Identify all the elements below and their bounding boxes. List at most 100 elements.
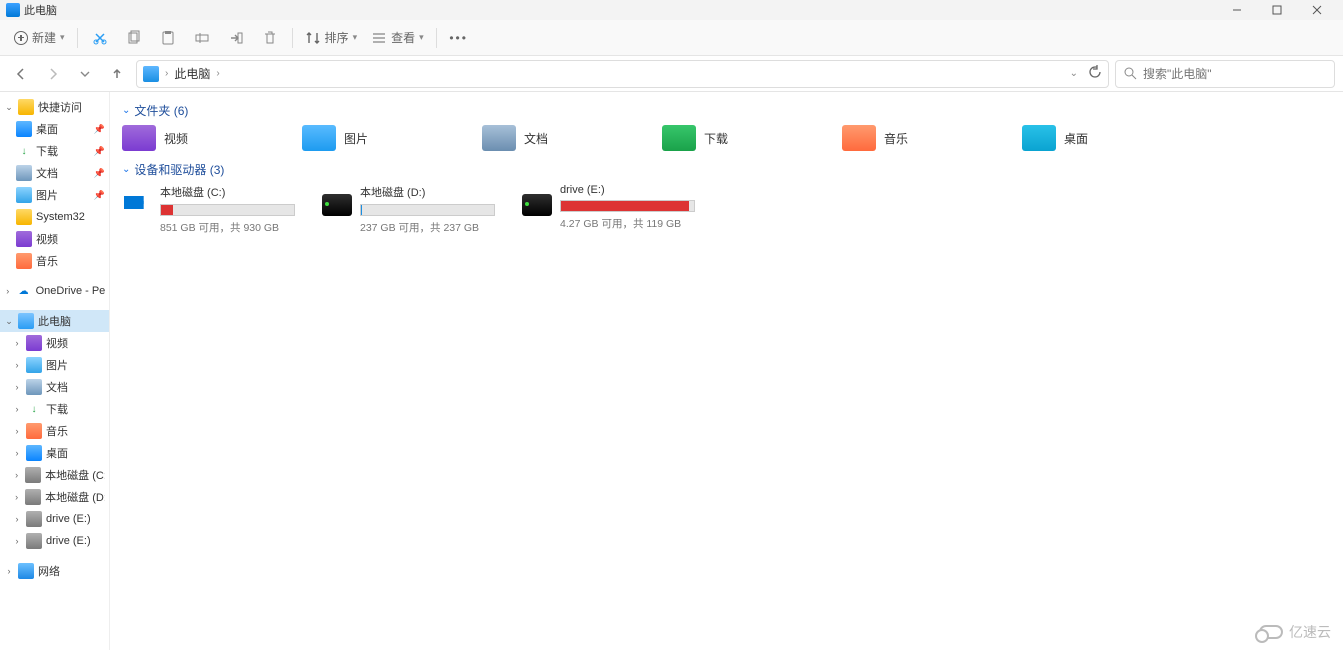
sidebar-item[interactable]: › 图片 [0,354,109,376]
network-icon [18,563,34,579]
sidebar-item[interactable]: › 桌面 [0,442,109,464]
address-bar[interactable]: › 此电脑 › ⌄ [136,60,1109,88]
folder-icon [25,467,41,483]
sidebar-item[interactable]: › 本地磁盘 (D:) [0,486,109,508]
sidebar-item[interactable]: › 本地磁盘 (C:) [0,464,109,486]
group-header-drives[interactable]: ⌄ 设备和驱动器 (3) [122,161,1331,178]
sidebar-item[interactable]: 音乐 [0,250,109,272]
search-box[interactable] [1115,60,1335,88]
sidebar-item[interactable]: › 视频 [0,332,109,354]
folder-item[interactable]: 图片 [302,125,442,151]
sidebar-quick-access[interactable]: ⌄ 快捷访问 [0,96,109,118]
folder-icon [1022,125,1056,151]
close-button[interactable] [1297,0,1337,20]
drive-usage-bar [360,204,495,216]
drive-icon [522,194,552,216]
nav-row: › 此电脑 › ⌄ [0,56,1343,92]
folder-item[interactable]: 视频 [122,125,262,151]
minimize-button[interactable] [1217,0,1257,20]
view-label: 查看 [391,29,415,46]
view-button[interactable]: 查看 ▾ [365,24,430,52]
nav-back-button[interactable] [8,61,34,87]
sidebar-item[interactable]: ›↓ 下载 [0,398,109,420]
paste-button[interactable] [152,24,184,52]
nav-up-button[interactable] [104,61,130,87]
chevron-down-icon[interactable]: ⌄ [1070,68,1078,79]
folder-item[interactable]: 音乐 [842,125,982,151]
chevron-right-icon: › [214,68,221,79]
folder-icon [26,357,42,373]
folder-icon [16,121,32,137]
folder-icon [26,379,42,395]
folder-icon [26,423,42,439]
new-button[interactable]: 新建 ▾ [8,24,71,52]
nav-recent-button[interactable] [72,61,98,87]
pc-icon [18,313,34,329]
folder-icon [26,335,42,351]
folder-icon [16,209,32,225]
copy-button[interactable] [118,24,150,52]
sidebar-item[interactable]: 图片 📌 [0,184,109,206]
share-button[interactable] [220,24,252,52]
folder-item[interactable]: 下载 [662,125,802,151]
sort-button[interactable]: 排序 ▾ [299,24,364,52]
sidebar-item[interactable]: ↓ 下载 📌 [0,140,109,162]
folder-icon [16,253,32,269]
folder-icon [26,533,42,549]
folder-icon [16,165,32,181]
sidebar: ⌄ 快捷访问 桌面 📌↓ 下载 📌 文档 📌 图片 📌 System32 视频 … [0,92,110,650]
pin-icon: 📌 [94,168,105,179]
sidebar-item[interactable]: 桌面 📌 [0,118,109,140]
sidebar-onedrive[interactable]: › ☁ OneDrive - Person [0,280,109,302]
sidebar-network[interactable]: › 网络 [0,560,109,582]
new-label: 新建 [32,29,56,46]
cloud-icon [1259,625,1283,639]
breadcrumb-root[interactable]: 此电脑 [174,65,210,82]
sidebar-item[interactable]: 视频 [0,228,109,250]
watermark: 亿速云 [1259,622,1331,642]
cloud-icon: ☁ [16,283,32,299]
sidebar-item[interactable]: 文档 📌 [0,162,109,184]
this-pc-icon [143,66,159,82]
chevron-down-icon: ▾ [353,32,358,43]
sort-label: 排序 [325,29,349,46]
sidebar-item[interactable]: › drive (E:) [0,508,109,530]
drive-item[interactable]: drive (E:) 4.27 GB 可用，共 119 GB [522,184,702,235]
folder-item[interactable]: 文档 [482,125,622,151]
chevron-down-icon: ▾ [60,32,65,43]
folder-icon [302,125,336,151]
folder-item[interactable]: 桌面 [1022,125,1162,151]
search-input[interactable] [1143,67,1326,81]
folder-icon [26,511,42,527]
chevron-right-icon: › [163,68,170,79]
folder-icon [26,445,42,461]
nav-forward-button[interactable] [40,61,66,87]
sidebar-item[interactable]: › drive (E:) [0,530,109,552]
folder-icon [25,489,41,505]
cut-button[interactable] [84,24,116,52]
drive-usage-bar [160,204,295,216]
folder-icon [662,125,696,151]
drive-item[interactable]: 本地磁盘 (C:) 851 GB 可用，共 930 GB [122,184,302,235]
content-area: ⌄ 文件夹 (6) 视频 图片 文档 下载 音乐 桌面 ⌄ 设备和驱动器 (3)… [110,92,1343,650]
maximize-button[interactable] [1257,0,1297,20]
delete-button[interactable] [254,24,286,52]
drive-item[interactable]: 本地磁盘 (D:) 237 GB 可用，共 237 GB [322,184,502,235]
plus-icon [14,31,28,45]
title-bar: 此电脑 [0,0,1343,20]
folder-icon [482,125,516,151]
folder-icon [16,231,32,247]
sidebar-item[interactable]: System32 [0,206,109,228]
sidebar-item[interactable]: › 音乐 [0,420,109,442]
toolbar: 新建 ▾ 排序 ▾ 查看 ▾ ••• [0,20,1343,56]
rename-button[interactable] [186,24,218,52]
refresh-icon[interactable] [1088,65,1102,82]
window-title: 此电脑 [24,2,57,18]
folder-icon [122,125,156,151]
group-header-folders[interactable]: ⌄ 文件夹 (6) [122,102,1331,119]
drive-usage-bar [560,200,695,212]
sidebar-this-pc[interactable]: ⌄ 此电脑 [0,310,109,332]
sidebar-item[interactable]: › 文档 [0,376,109,398]
more-button[interactable]: ••• [443,24,475,52]
drive-icon [122,194,152,216]
